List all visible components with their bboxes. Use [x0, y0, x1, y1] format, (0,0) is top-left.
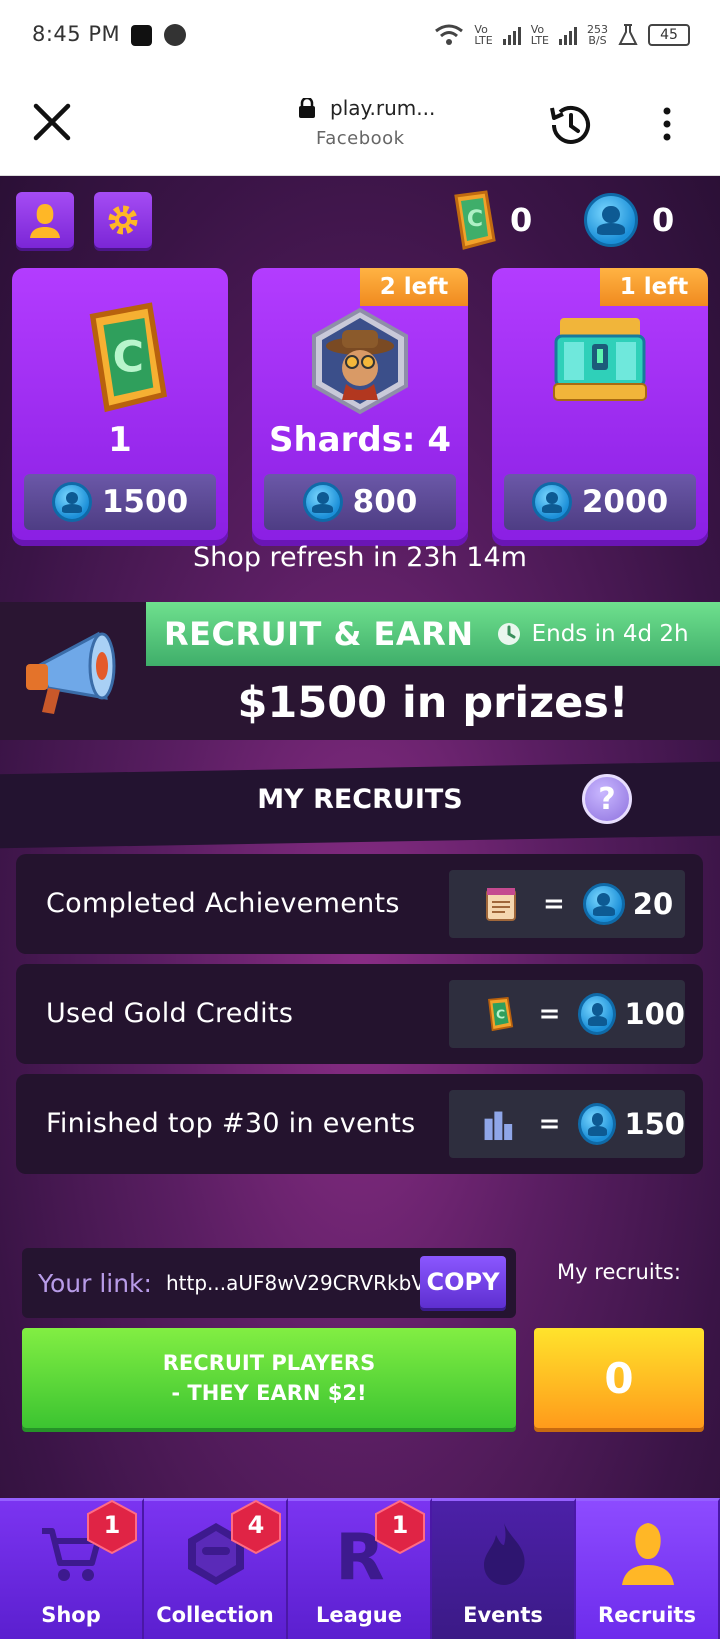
bar-chart-icon [484, 1111, 513, 1141]
nav-label: Collection [156, 1603, 274, 1627]
stock-ribbon: 2 left [360, 268, 468, 306]
banner-title: RECRUIT & EARN [164, 615, 474, 653]
game-area: C 0 0 C 1 1500 2 left Shards: 4 800 1 le… [0, 176, 720, 1639]
svg-text:C: C [113, 332, 144, 382]
shop-refresh-timer: Shop refresh in 23h 14m [193, 542, 527, 573]
wifi-icon [435, 24, 464, 45]
nav-label: Events [463, 1603, 543, 1627]
shop-card-hero-shards[interactable]: 2 left Shards: 4 800 [252, 268, 468, 546]
reward-amount: 20 [632, 887, 674, 921]
notification-badge [87, 1499, 137, 1555]
megaphone-icon [26, 631, 116, 714]
card-label: 1 [108, 420, 132, 460]
coin-icon [51, 482, 92, 522]
my-recruits-label: My recruits: [557, 1260, 681, 1284]
svg-text:C: C [496, 1006, 505, 1021]
flask-icon [618, 24, 638, 45]
reward-row-achievements: Completed Achievements = 20 [16, 854, 703, 954]
gold-credit-icon: C [454, 190, 496, 250]
volte-1: Vo LTE [474, 23, 493, 47]
gold-credit-icon: C [488, 997, 514, 1032]
reward-row-text: Used Gold Credits [46, 998, 294, 1029]
gold-credit-icon: C [89, 302, 167, 413]
profile-button[interactable] [16, 192, 74, 248]
link-label: Your link: [38, 1268, 152, 1298]
price-button[interactable]: 1500 [24, 474, 216, 530]
banner-countdown: Ends in 4d 2h [496, 621, 689, 647]
card-label: Shards: 4 [268, 420, 452, 460]
reward-amount: 100 [624, 997, 685, 1031]
coin-icon [582, 883, 625, 925]
copy-button[interactable]: COPY [420, 1256, 506, 1308]
notification-badge [231, 1499, 281, 1555]
coin-icon [578, 993, 617, 1035]
nav-label: League [315, 1603, 403, 1627]
reward-row-text: Finished top #30 in events [46, 1108, 416, 1139]
status-bar: 8:45 PM Vo LTE Vo LTE 253 B/S 45 [0, 0, 720, 72]
nav-league[interactable]: R 1 League [288, 1498, 432, 1639]
nav-recruits[interactable]: Recruits [576, 1498, 720, 1639]
reward-row-text: Completed Achievements [46, 888, 400, 919]
history-icon[interactable] [546, 100, 596, 150]
messenger-icon [164, 24, 186, 46]
user-icon [30, 204, 60, 238]
url-text[interactable]: play.rum... [300, 96, 435, 120]
signal-1-icon [502, 25, 521, 45]
shop-card-gold-credit[interactable]: C 1 1500 [12, 268, 228, 546]
url-subtitle: Facebook [316, 128, 405, 149]
signal-2-icon [559, 25, 577, 45]
bottom-nav: 1 Shop 4 Collection R 1 League Events Re… [0, 1498, 720, 1639]
coins-counter: 0 [584, 192, 674, 248]
help-button[interactable]: ? [582, 774, 632, 824]
recruit-earn-banner: RECRUIT & EARN Ends in 4d 2h $1500 in pr… [0, 602, 720, 740]
coin-icon [302, 482, 343, 522]
hero-portrait-icon [312, 307, 408, 415]
price-button[interactable]: 2000 [504, 474, 696, 530]
notepad-icon [486, 888, 516, 921]
nav-shop[interactable]: 1 Shop [0, 1498, 144, 1639]
reward-value: = 150 [449, 1090, 685, 1158]
stock-ribbon: 1 left [600, 268, 708, 306]
status-time: 8:45 PM [32, 22, 121, 46]
nav-label: Recruits [598, 1603, 696, 1627]
user-icon [622, 1523, 674, 1585]
link-value[interactable]: http...aUF8wV29CRVRkbVlG [166, 1271, 446, 1295]
reward-row-events: Finished top #30 in events = 150 [16, 1074, 703, 1174]
price-button[interactable]: 800 [264, 474, 456, 530]
coin-icon [531, 482, 572, 522]
svg-text:C: C [467, 207, 483, 232]
gold-credits-counter: C 0 [446, 190, 532, 250]
app-notification-icon [131, 25, 152, 46]
flame-icon [484, 1523, 525, 1585]
clock-icon [497, 623, 520, 645]
status-icons: Vo LTE Vo LTE 253 B/S 45 [434, 20, 690, 50]
shop-card-chest[interactable]: 1 left 2000 [492, 268, 708, 546]
close-icon[interactable] [30, 100, 74, 144]
coin-icon [578, 1103, 617, 1145]
coin-icon [584, 193, 638, 247]
reward-amount: 150 [624, 1107, 685, 1141]
recruit-players-button[interactable]: RECRUIT PLAYERS - THEY EARN $2! [22, 1328, 516, 1428]
notification-badge [375, 1499, 425, 1555]
recruits-count: 0 [534, 1328, 704, 1428]
chest-icon [553, 318, 647, 401]
gear-icon [108, 205, 138, 235]
nav-label: Shop [41, 1603, 101, 1627]
nav-events[interactable]: Events [432, 1498, 576, 1639]
settings-button[interactable] [94, 192, 152, 248]
net-speed: 253 B/S [587, 23, 608, 47]
nav-collection[interactable]: 4 Collection [144, 1498, 288, 1639]
reward-row-gold-credits: Used Gold Credits C = 100 [16, 964, 703, 1064]
volte-2: Vo LTE [530, 23, 549, 47]
reward-value: = 20 [449, 870, 685, 938]
banner-header: RECRUIT & EARN Ends in 4d 2h [146, 602, 720, 666]
battery-icon: 45 [648, 24, 690, 46]
reward-value: C = 100 [449, 980, 685, 1048]
banner-prize: $1500 in prizes! [237, 678, 629, 728]
more-options-icon[interactable] [660, 106, 674, 142]
browser-toolbar: play.rum... Facebook [0, 72, 720, 176]
